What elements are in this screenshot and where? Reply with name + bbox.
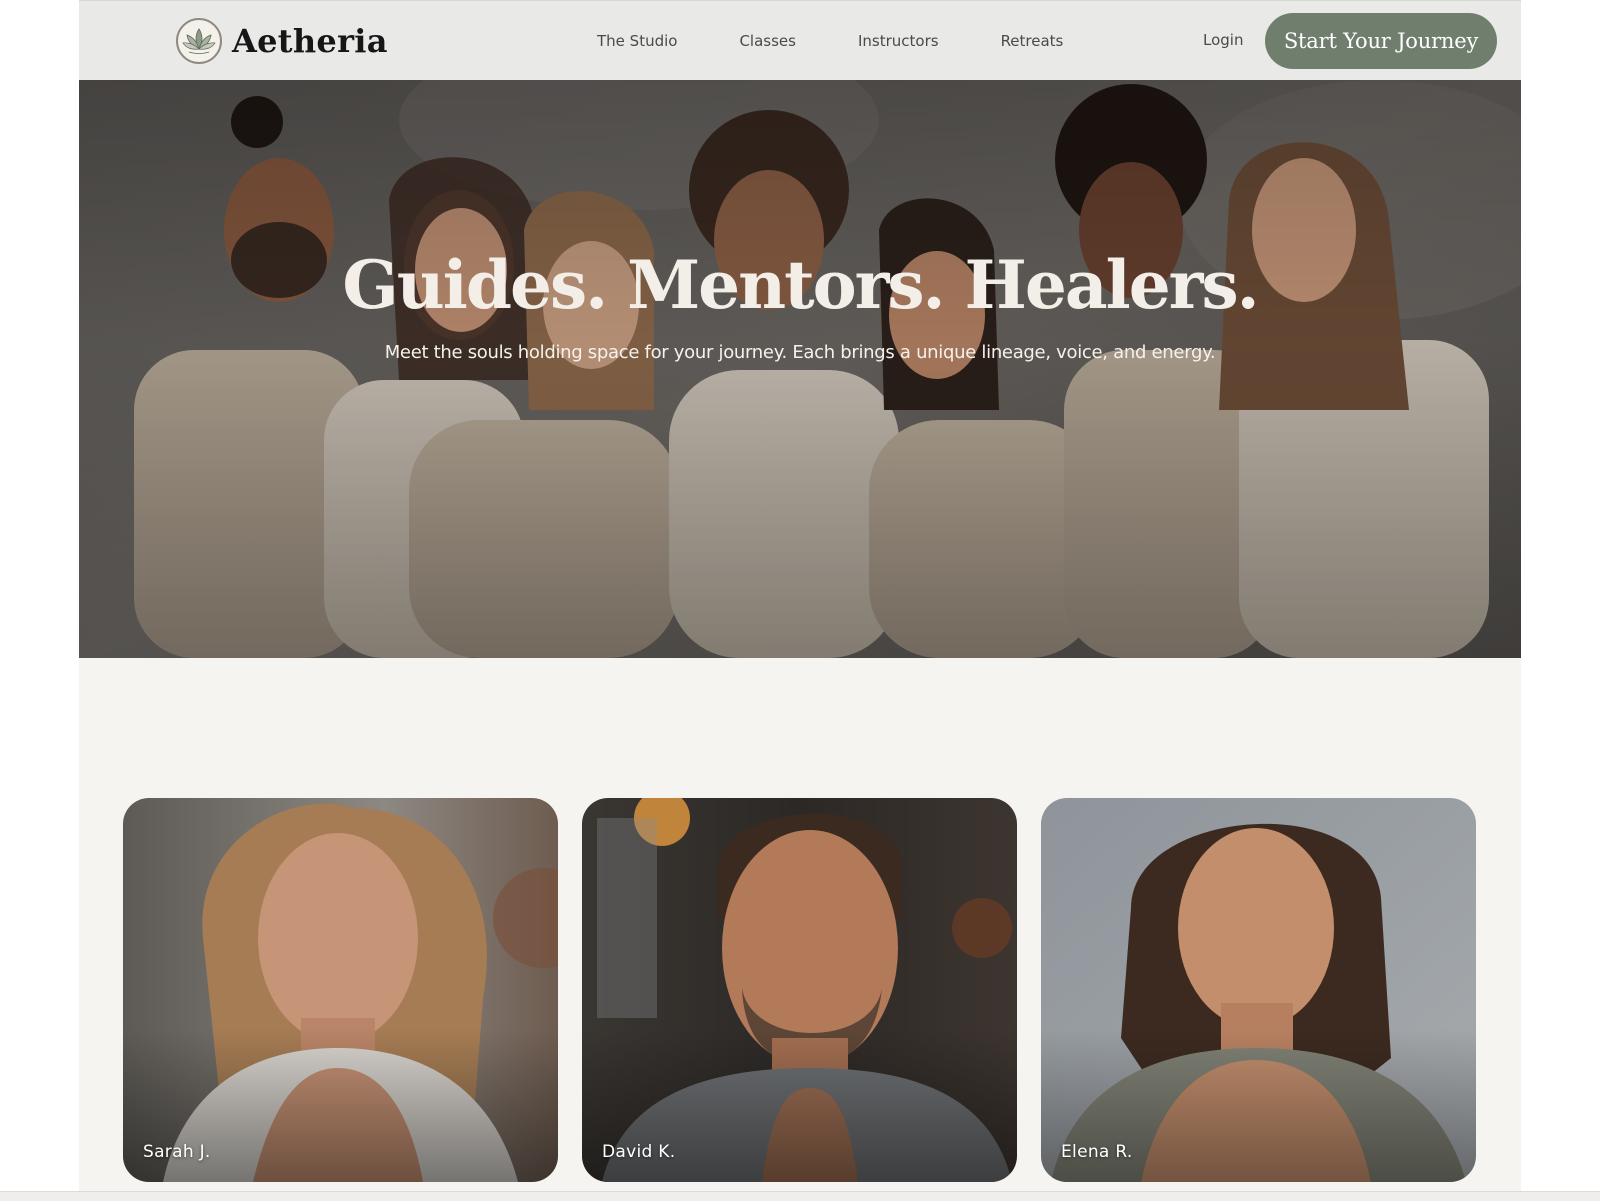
brand-name: Aetheria [232,22,388,60]
hero-banner: Guides. Mentors. Healers. Meet the souls… [79,80,1521,658]
nav-link-retreats[interactable]: Retreats [1001,32,1064,50]
instructor-card-david[interactable]: David K. [582,798,1017,1182]
brand-logo[interactable]: Aetheria [176,17,388,65]
start-your-journey-button[interactable]: Start Your Journey [1265,13,1497,69]
main-nav: The Studio Classes Instructors Retreats [597,1,1063,81]
lotus-icon [176,18,222,64]
instructor-name: David K. [602,1142,676,1162]
page: Aetheria The Studio Classes Instructors … [79,0,1521,1200]
instructor-name: Elena R. [1061,1142,1133,1162]
instructor-photo-sarah [123,798,558,1182]
hero-subtitle: Meet the souls holding space for your jo… [384,342,1216,363]
top-navbar: Aetheria The Studio Classes Instructors … [79,0,1521,80]
instructor-cards: Sarah J. David K. Elena R. [123,798,1476,1182]
nav-link-instructors[interactable]: Instructors [858,32,939,50]
hero-title: Guides. Mentors. Healers. [342,246,1259,324]
instructor-card-sarah[interactable]: Sarah J. [123,798,558,1182]
nav-link-the-studio[interactable]: The Studio [597,32,677,50]
hero-group-photo [79,80,1521,658]
login-link[interactable]: Login [1203,31,1243,49]
instructor-photo-elena [1041,798,1476,1182]
nav-link-classes[interactable]: Classes [739,32,796,50]
instructor-card-elena[interactable]: Elena R. [1041,798,1476,1182]
instructor-name: Sarah J. [143,1142,211,1162]
instructor-photo-david [582,798,1017,1182]
